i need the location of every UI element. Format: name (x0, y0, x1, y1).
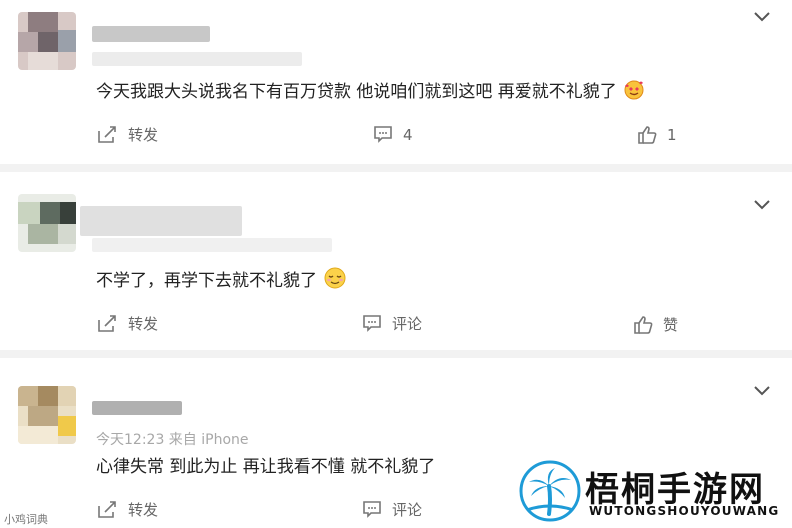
repost-button[interactable]: 转发 (96, 124, 158, 145)
logo-subtitle: WUTONGSHOUYOUWANG (589, 504, 780, 518)
comment-icon (363, 501, 381, 518)
chevron-down-icon[interactable] (752, 384, 772, 398)
comment-count: 4 (403, 125, 413, 144)
comment-text: 不学了，再学下去就不礼貌了 (96, 271, 317, 291)
palm-tree-logo-icon (519, 460, 581, 522)
thumbs-up-icon (638, 126, 657, 144)
repost-button[interactable]: 转发 (96, 499, 158, 520)
username-blurred[interactable] (92, 26, 210, 42)
chevron-down-icon[interactable] (752, 10, 772, 24)
comment-icon (363, 315, 381, 332)
comment-button[interactable]: 评论 (362, 313, 422, 334)
avatar[interactable] (18, 386, 76, 444)
like-count: 1 (667, 126, 677, 144)
comment-label: 评论 (392, 315, 423, 333)
smiling-face-with-hearts-icon (624, 80, 644, 100)
like-button[interactable]: 赞 (633, 314, 678, 335)
comment-button[interactable]: 4 (373, 125, 413, 144)
avatar[interactable] (18, 194, 76, 252)
time-source: 今天12:23 来自 iPhone (96, 432, 249, 448)
comment-text-row: 今天我跟大头说我名下有百万贷款 他说咱们就到这吧 再爱就不礼貌了 (96, 77, 644, 102)
share-icon (98, 500, 116, 518)
repost-label: 转发 (128, 501, 159, 519)
share-icon (98, 314, 116, 332)
site-logo: 梧桐手游网 WUTONGSHOUYOUWANG (519, 460, 787, 524)
comment-text: 心律失常 到此为止 再让我看不懂 就不礼貌了 (96, 457, 436, 477)
meta-blurred (92, 238, 332, 252)
comment-label: 评论 (392, 501, 423, 519)
comment-text-row: 不学了，再学下去就不礼貌了 (96, 266, 346, 291)
comment-card: 今天我跟大头说我名下有百万贷款 他说咱们就到这吧 再爱就不礼貌了 转发 4 1 (0, 0, 792, 164)
meta-blurred (92, 52, 302, 66)
like-label: 赞 (663, 316, 679, 334)
avatar[interactable] (18, 12, 76, 70)
comment-card: 不学了，再学下去就不礼貌了 转发 评论 赞 (0, 172, 792, 350)
chevron-down-icon[interactable] (752, 198, 772, 212)
thumbs-up-icon (634, 315, 653, 334)
relieved-face-icon (324, 267, 346, 289)
like-button[interactable]: 1 (637, 125, 677, 145)
watermark-text: 小鸡词典 (4, 513, 48, 526)
comment-text: 今天我跟大头说我名下有百万贷款 他说咱们就到这吧 再爱就不礼貌了 (96, 82, 617, 102)
share-icon (98, 125, 116, 143)
repost-button[interactable]: 转发 (96, 313, 158, 334)
comment-button[interactable]: 评论 (362, 499, 422, 520)
repost-label: 转发 (128, 315, 159, 333)
comment-icon (374, 126, 392, 143)
username-blurred[interactable] (92, 401, 182, 415)
repost-label: 转发 (128, 126, 159, 144)
username-blurred[interactable] (80, 206, 242, 236)
